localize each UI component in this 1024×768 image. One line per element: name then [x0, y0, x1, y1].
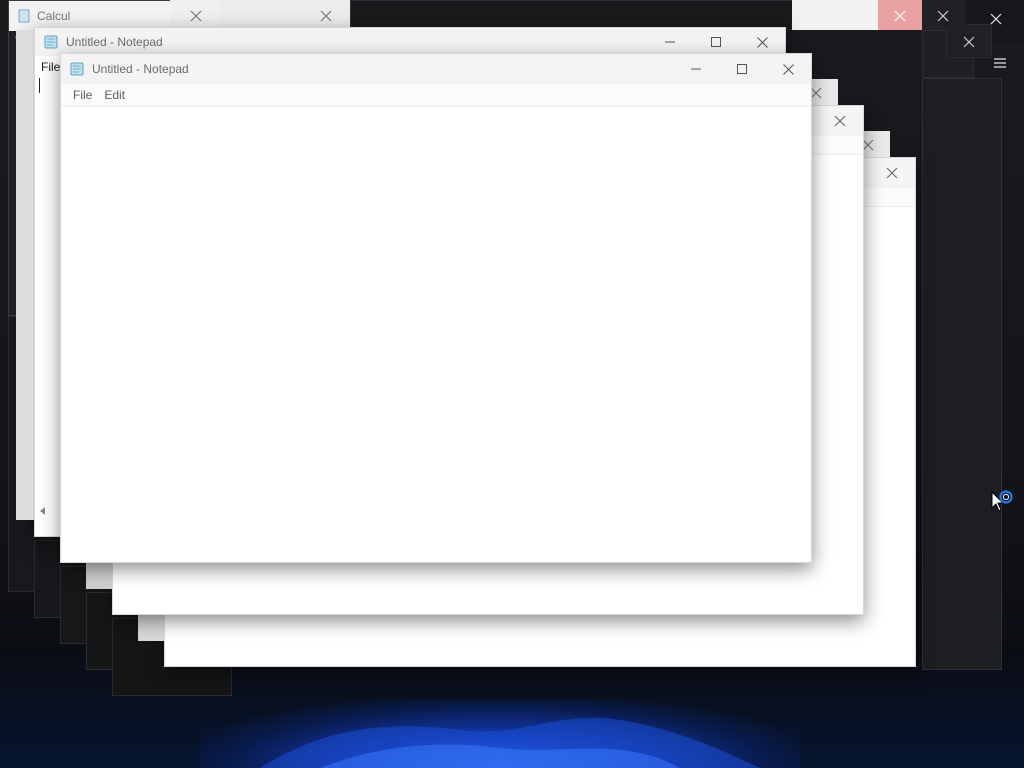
window-title: Untitled - Notepad	[66, 35, 163, 49]
close-icon[interactable]	[937, 9, 949, 27]
window-title: Calcul	[37, 9, 71, 23]
middle-window-left-edge	[16, 30, 34, 520]
maximize-button[interactable]	[719, 54, 765, 84]
scroll-left-arrow-icon[interactable]	[39, 502, 47, 520]
titlebar[interactable]: Untitled - Notepad	[61, 54, 811, 84]
dark-window-strip-3	[922, 0, 966, 30]
close-icon[interactable]	[963, 35, 975, 53]
text-editor-area[interactable]	[61, 107, 811, 562]
back-window-titlebar-2	[220, 0, 350, 30]
close-icon[interactable]	[894, 9, 906, 27]
hamburger-menu-icon[interactable]	[993, 56, 1007, 74]
close-icon[interactable]	[869, 160, 915, 186]
minimize-button[interactable]	[673, 54, 719, 84]
close-icon[interactable]	[320, 9, 332, 27]
menu-item-edit[interactable]: Edit	[98, 88, 131, 102]
window-title: Untitled - Notepad	[92, 62, 189, 76]
notepad-app-icon	[44, 35, 58, 49]
back-window-close-ghost	[170, 0, 220, 30]
menu-item-file[interactable]: File	[41, 60, 60, 74]
notepad-window-cascade-1-edge	[86, 563, 112, 589]
minimize-icon	[691, 64, 701, 74]
notepad-window-cascade-3-edge	[138, 615, 164, 641]
maximize-button[interactable]	[693, 28, 739, 56]
close-button[interactable]	[765, 54, 811, 84]
text-caret	[39, 78, 40, 93]
red-close-button-ghost[interactable]	[878, 0, 922, 30]
notepad-app-icon	[70, 62, 84, 76]
close-button[interactable]	[739, 28, 785, 56]
notepad-window-front[interactable]: Untitled - Notepad File Edit	[60, 53, 812, 563]
dark-window-side[interactable]	[922, 78, 1002, 670]
minimize-button[interactable]	[647, 28, 693, 56]
close-icon	[782, 63, 794, 75]
wallpaper-bloom	[200, 700, 800, 768]
menubar: File Edit	[61, 84, 811, 107]
maximize-icon	[737, 64, 747, 74]
calculator-app-icon	[17, 9, 31, 23]
close-icon[interactable]	[817, 108, 863, 134]
busy-pointer-icon	[990, 490, 1018, 525]
menu-item-file[interactable]: File	[67, 88, 98, 102]
close-icon[interactable]	[190, 9, 202, 27]
caption-ghost-top	[792, 0, 878, 30]
